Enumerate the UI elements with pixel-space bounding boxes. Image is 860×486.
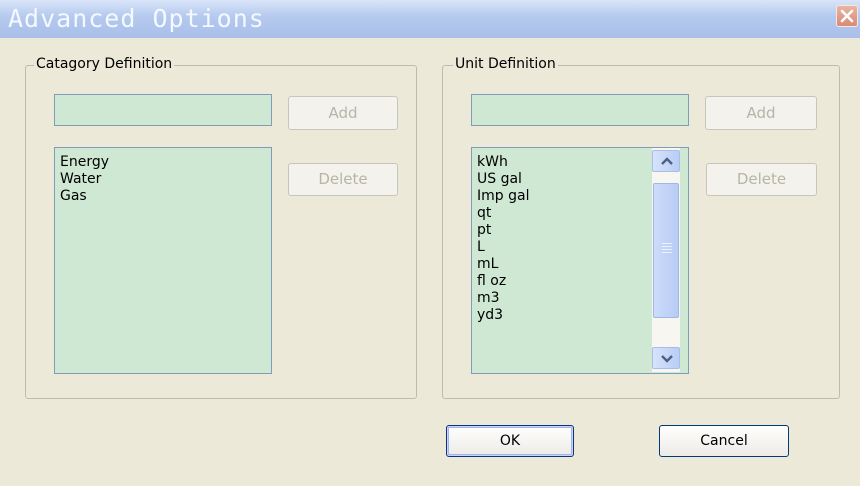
unit-definition-group: Unit Definition Add kWh US gal Imp gal q… bbox=[442, 56, 840, 399]
unit-list-item[interactable]: fl oz bbox=[472, 273, 650, 290]
cancel-button[interactable]: Cancel bbox=[659, 425, 789, 457]
scroll-grip-icon bbox=[662, 243, 672, 255]
unit-list-item[interactable]: L bbox=[472, 239, 650, 256]
category-name-input[interactable] bbox=[54, 94, 272, 126]
category-list-item[interactable]: Gas bbox=[55, 188, 271, 205]
title-bar: Advanced Options bbox=[0, 0, 860, 38]
close-icon bbox=[840, 9, 854, 23]
chevron-up-icon bbox=[661, 157, 673, 165]
category-delete-button[interactable]: Delete bbox=[288, 163, 398, 196]
category-list-item[interactable]: Energy bbox=[55, 154, 271, 171]
unit-list-item[interactable]: pt bbox=[472, 222, 650, 239]
chevron-down-icon bbox=[661, 355, 673, 363]
category-listbox[interactable]: Energy Water Gas bbox=[54, 147, 272, 374]
category-definition-group: Catagory Definition Add Energy Water Gas… bbox=[25, 56, 417, 399]
unit-add-button[interactable]: Add bbox=[705, 96, 817, 130]
unit-list-item[interactable]: qt bbox=[472, 205, 650, 222]
scroll-up-button[interactable] bbox=[652, 150, 680, 172]
unit-group-label: Unit Definition bbox=[453, 56, 558, 72]
close-button[interactable] bbox=[836, 5, 858, 27]
unit-delete-button[interactable]: Delete bbox=[706, 163, 817, 196]
unit-list-item[interactable]: mL bbox=[472, 256, 650, 273]
unit-list-item[interactable]: m3 bbox=[472, 290, 650, 307]
unit-list-item[interactable]: Imp gal bbox=[472, 188, 650, 205]
window-title: Advanced Options bbox=[8, 4, 265, 33]
unit-list-item[interactable]: yd3 bbox=[472, 307, 650, 324]
category-group-label: Catagory Definition bbox=[34, 56, 175, 72]
unit-list-item[interactable]: kWh bbox=[472, 154, 650, 171]
category-add-button[interactable]: Add bbox=[288, 96, 398, 130]
ok-button[interactable]: OK bbox=[446, 425, 574, 457]
scroll-thumb[interactable] bbox=[653, 183, 679, 318]
category-list-item[interactable]: Water bbox=[55, 171, 271, 188]
unit-list-item[interactable]: US gal bbox=[472, 171, 650, 188]
unit-name-input[interactable] bbox=[471, 94, 689, 126]
unit-listbox[interactable]: kWh US gal Imp gal qt pt L mL fl oz m3 y… bbox=[471, 147, 689, 374]
scroll-down-button[interactable] bbox=[652, 347, 680, 369]
